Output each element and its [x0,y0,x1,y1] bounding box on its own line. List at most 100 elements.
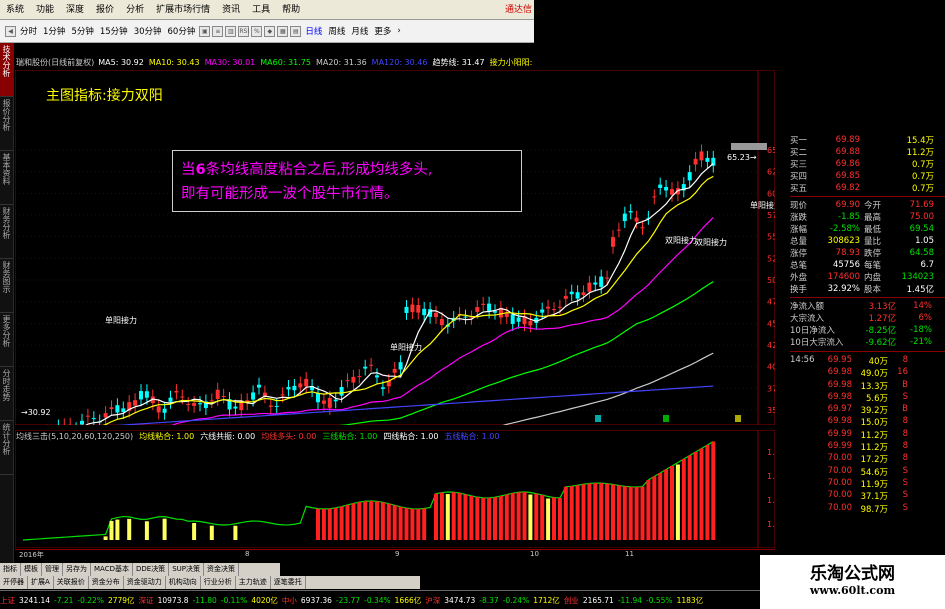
period-2[interactable]: 5分钟 [68,25,96,37]
left-tab-6[interactable]: 分时走势 [0,367,13,421]
tick-side: B [902,404,908,415]
menu-item-6[interactable]: 资讯 [216,0,246,20]
info-value: -2.58% [829,224,860,234]
indicator-tab-3[interactable]: 另存为 [63,563,91,576]
period-6[interactable]: 日线 [302,25,325,37]
indicator-tab-4[interactable]: MACD基本 [91,563,133,576]
left-tab-2[interactable]: 基本资料 [0,151,13,205]
period-7[interactable]: 周线 [325,25,348,37]
sub-bar-red [575,485,580,540]
function-tab-1[interactable]: 扩展A [28,576,54,589]
back-icon[interactable]: ◀ [5,25,16,37]
sub-bar-red [457,493,462,540]
period-3[interactable]: 15分钟 [97,25,131,37]
left-tab-0[interactable]: 技术分析 [0,43,13,97]
sub-bar-red [640,486,645,540]
sub-bar-red [451,492,456,540]
left-tab-1[interactable]: 报价分析 [0,97,13,151]
toolbar-icon-7[interactable]: ▤ [290,25,302,37]
tick-side: 8 [902,428,908,439]
bid-volume: 11.2万 [906,148,934,158]
period-4[interactable]: 30分钟 [131,25,165,37]
info-value-2: 1.45亿 [906,285,934,295]
function-tab-4[interactable]: 资金驱动力 [124,576,166,589]
function-tab-7[interactable]: 主力轨迹 [236,576,271,589]
bid-price: 69.86 [835,159,860,169]
period-5[interactable]: 60分钟 [165,25,199,37]
period-8[interactable]: 月线 [348,25,371,37]
tick-row: 70.00 54.6万 S [790,466,945,478]
candle-body [192,402,197,406]
info-icon-0 [595,415,601,422]
toolbar-icon-1[interactable]: ≡ [212,25,224,37]
function-tab-8[interactable]: 逐笔委托 [271,576,306,589]
toolbar-icon-2[interactable]: ▥ [225,25,237,37]
sub-bar-red [386,503,391,540]
function-tab-0[interactable]: 开停器 [0,576,28,589]
period-9[interactable]: 更多 [371,25,394,37]
toolbar-icon-0[interactable]: ▣ [199,25,211,37]
callout-line2: 即有可能形成一波个股牛市行情。 [181,186,399,202]
sub-bar-red [646,480,651,540]
more-arrow-icon[interactable]: › [394,26,403,36]
menu-item-1[interactable]: 功能 [30,0,60,20]
function-tab-3[interactable]: 资金分布 [89,576,124,589]
toolbar-icon-6[interactable]: ▦ [277,25,289,37]
candle-body [605,277,610,279]
function-tab-6[interactable]: 行业分析 [201,576,236,589]
status-item-11: 6937.36 [300,595,332,605]
sub-indicator-chart[interactable]: 1.65 1.50 1.35 1.20 [15,430,775,548]
menu-item-7[interactable]: 工具 [246,0,276,20]
left-tab-3[interactable]: 财务分析 [0,205,13,259]
candle-body [463,316,468,318]
toolbar-icon-4[interactable]: % [251,25,263,37]
tick-price: 69.98 [827,367,852,378]
watermark-title: 乐淘公式网 [810,564,895,584]
indicator-tab-7[interactable]: 资金决策 [204,563,239,576]
candle-body [693,158,698,165]
status-item-1: 3241.14 [19,595,51,605]
status-item-14: 1666亿 [394,595,422,605]
left-tab-7[interactable]: 统计分析 [0,421,13,475]
bid-volume: 15.4万 [906,136,934,146]
kline-chart[interactable]: 65.00 62.50 60.00 57.50 55.00 52.50 50.00 47.50… [15,70,775,425]
candle-body [209,400,214,402]
period-0[interactable]: 分时 [17,25,40,37]
indicator-tab-6[interactable]: SUP决策 [169,563,204,576]
left-tab-5[interactable]: 更多分析 [0,313,13,367]
candle-body [121,408,126,413]
info-value-2: 134023 [901,272,934,282]
period-1[interactable]: 1分钟 [40,25,68,37]
toolbar-icon-5[interactable]: ◆ [264,25,276,37]
sub-bar-red [552,497,556,540]
indicator-tab-5[interactable]: DDE决策 [133,563,170,576]
function-tab-2[interactable]: 关联报价 [54,576,89,589]
info-label-2: 最高 [864,213,882,223]
menu-item-5[interactable]: 扩展市场行情 [150,0,216,20]
flow-label: 大宗流入 [790,314,825,324]
menu-item-8[interactable]: 帮助 [276,0,306,20]
tick-price: 70.00 [827,465,852,476]
sub-label-6: 五线粘合: 1.00 [444,432,500,441]
indicator-tab-1[interactable]: 模板 [21,563,42,576]
tick-row: 14:56 69.95 40万 8 [790,355,945,367]
indicator-tab-0[interactable]: 指标 [0,563,21,576]
menu-item-4[interactable]: 分析 [120,0,150,20]
menu-item-0[interactable]: 系统 [0,0,30,20]
date-label-1: 9 [395,550,400,558]
menu-item-3[interactable]: 报价 [90,0,120,20]
tick-time [790,453,822,465]
sub-tick-3: 1.20 [767,520,775,529]
indicator-tab-2[interactable]: 管理 [42,563,63,576]
toolbar-icon-3[interactable]: RSI [238,25,250,37]
status-item-3: -0.22% [77,595,104,605]
divider [790,351,945,352]
status-item-23: -0.55% [646,595,673,605]
menu-item-2[interactable]: 深度 [60,0,90,20]
sub-bar-yellow [192,523,197,540]
left-tab-4[interactable]: 财务图示 [0,259,13,313]
candle-body [274,405,279,407]
low-label: →30.92 [21,408,51,417]
status-item-18: -0.24% [502,595,530,605]
function-tab-5[interactable]: 机构动向 [166,576,201,589]
